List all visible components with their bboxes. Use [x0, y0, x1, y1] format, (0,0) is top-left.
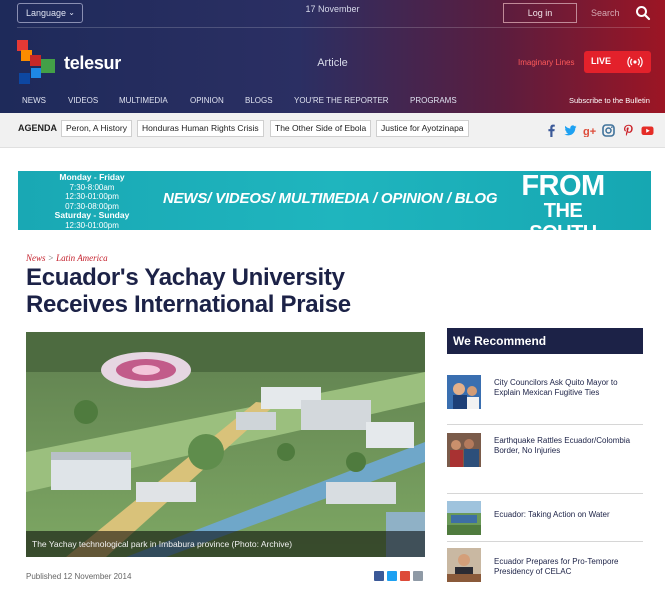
nav-news[interactable]: NEWS	[22, 96, 46, 105]
login-button[interactable]: Log in	[503, 3, 577, 23]
schedule-time: 12:30-01:00pm	[65, 192, 119, 201]
recommend-thumbnail[interactable]	[447, 375, 481, 409]
svg-text:g+: g+	[583, 126, 596, 137]
site-header: Language ⌄ 17 November Log in telesur Ar…	[0, 0, 665, 113]
schedule-time: 7:30-8:00am	[69, 182, 115, 192]
agenda-tag-peron[interactable]: Peron, A History	[61, 120, 132, 137]
broadcast-icon	[627, 56, 643, 68]
nav-videos[interactable]: VIDEOS	[68, 96, 98, 105]
google-plus-icon[interactable]: g+	[583, 124, 596, 137]
pinterest-icon[interactable]	[622, 124, 635, 137]
schedule-weekday-label: Monday - Friday	[59, 172, 125, 182]
search-icon[interactable]	[635, 5, 651, 21]
photo-caption: The Yachay technological park in Imbabur…	[32, 539, 293, 549]
article-photo: The Yachay technological park in Imbabur…	[26, 332, 425, 557]
breadcrumb-latin-america[interactable]: Latin America	[56, 253, 108, 263]
facebook-icon[interactable]	[545, 124, 558, 137]
nav-multimedia[interactable]: MULTIMEDIA	[119, 96, 168, 105]
twitter-icon[interactable]	[564, 124, 577, 137]
header-divider	[17, 27, 650, 28]
banner-categories: NEWS/ VIDEOS/ MULTIMEDIA / OPINION / BLO…	[163, 190, 498, 207]
divider	[447, 424, 643, 425]
breadcrumb: News > Latin America	[26, 253, 108, 263]
instagram-icon[interactable]	[602, 124, 615, 137]
share-twitter-icon[interactable]	[387, 571, 397, 581]
nav-blogs[interactable]: BLOGS	[245, 96, 273, 105]
schedule-time: 12:30-01:00pm	[65, 220, 119, 230]
live-button[interactable]: LIVE	[584, 51, 651, 73]
share-email-icon[interactable]	[413, 571, 423, 581]
banner-tagline-bottom: THE SOUTH	[529, 200, 597, 230]
agenda-tag-ayotzinapa[interactable]: Justice for Ayotzinapa	[376, 120, 469, 137]
yachay-park-rendering	[26, 332, 425, 557]
search-input[interactable]	[585, 3, 635, 23]
nav-youre-the-reporter[interactable]: YOU'RE THE REPORTER	[294, 96, 389, 105]
banner-tagline: FROM THE SOUTH	[508, 171, 618, 231]
agenda-label: AGENDA	[18, 123, 58, 133]
agenda-tag-ebola[interactable]: The Other Side of Ebola	[270, 120, 372, 137]
from-the-south-banner[interactable]: Monday - Friday 7:30-8:00am 12:30-01:00p…	[18, 171, 651, 230]
imaginary-lines-link[interactable]: Imaginary Lines	[518, 58, 574, 67]
recommend-title[interactable]: City Councilors Ask Quito Mayor to Expla…	[494, 378, 634, 398]
subscribe-link[interactable]: Subscribe to the Bulletin	[569, 96, 650, 105]
recommend-title[interactable]: Ecuador Prepares for Pro-Tempore Preside…	[494, 557, 634, 577]
banner-tagline-top: FROM	[521, 171, 605, 202]
share-facebook-icon[interactable]	[374, 571, 384, 581]
youtube-icon[interactable]	[641, 124, 654, 137]
search-box	[585, 3, 653, 23]
published-date: Published 12 November 2014	[26, 572, 132, 581]
recommend-item[interactable]: Ecuador Prepares for Pro-Tempore Preside…	[447, 548, 643, 590]
agenda-bar: AGENDA Peron, A History Honduras Human R…	[0, 113, 665, 148]
banner-schedule: Monday - Friday 7:30-8:00am 12:30-01:00p…	[32, 172, 152, 230]
agenda-tag-honduras[interactable]: Honduras Human Rights Crisis	[137, 120, 264, 137]
live-label: LIVE	[591, 56, 612, 66]
recommend-title[interactable]: Ecuador: Taking Action on Water	[494, 510, 634, 520]
breadcrumb-news[interactable]: News	[26, 253, 46, 263]
recommend-title[interactable]: Earthquake Rattles Ecuador/Colombia Bord…	[494, 436, 634, 456]
recommend-item[interactable]: Earthquake Rattles Ecuador/Colombia Bord…	[447, 433, 643, 479]
article-title: Ecuador's Yachay University Receives Int…	[26, 264, 351, 318]
nav-opinion[interactable]: OPINION	[190, 96, 224, 105]
schedule-weekend-label: Saturday - Sunday	[54, 210, 130, 220]
recommend-thumbnail[interactable]	[447, 433, 481, 467]
share-google-plus-icon[interactable]	[400, 571, 410, 581]
recommend-thumbnail[interactable]	[447, 548, 481, 582]
we-recommend-title: We Recommend	[453, 334, 547, 348]
recommend-thumbnail[interactable]	[447, 501, 481, 535]
recommend-item[interactable]: City Councilors Ask Quito Mayor to Expla…	[447, 375, 643, 421]
divider	[447, 541, 643, 542]
page: Language ⌄ 17 November Log in telesur Ar…	[0, 0, 665, 590]
divider	[447, 493, 643, 494]
breadcrumb-separator: >	[47, 253, 54, 263]
nav-programs[interactable]: PROGRAMS	[410, 96, 457, 105]
we-recommend-header: We Recommend	[447, 328, 643, 354]
